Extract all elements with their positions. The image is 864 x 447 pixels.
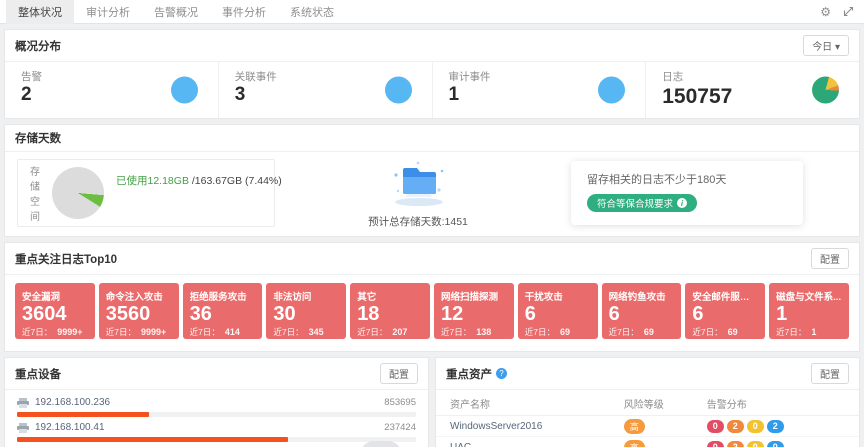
info-icon: i — [677, 198, 687, 208]
storage-space-label: 存储空间 — [30, 163, 40, 223]
log-card[interactable]: 磁盘与文件系... 1 近7日：1 — [769, 283, 849, 339]
log-card[interactable]: 干扰攻击 6 近7日：69 — [518, 283, 598, 339]
assets-title: 重点资产 — [446, 366, 492, 382]
risk-level-badge: 高 — [624, 440, 645, 447]
alert-distribution: 0202 — [707, 420, 845, 433]
overview-title: 概况分布 — [15, 38, 61, 54]
devices-title: 重点设备 — [15, 366, 61, 382]
log-card[interactable]: 命令注入攻击 3560 近7日：9999+ — [99, 283, 179, 339]
blue-circle-icon — [385, 77, 412, 104]
top-logs-title: 重点关注日志Top10 — [15, 251, 117, 267]
tab-audit-analysis[interactable]: 审计分析 — [74, 0, 142, 24]
tab-alert-overview[interactable]: 告警概况 — [142, 0, 210, 24]
device-row[interactable]: 192.168.100.41 237424 — [17, 420, 416, 442]
device-icon — [17, 423, 29, 433]
blue-circle-icon — [171, 77, 198, 104]
assets-table-header: 资产名称 风险等级 告警分布 — [436, 392, 859, 416]
risk-level-badge: 高 — [624, 419, 645, 434]
tab-overall-status[interactable]: 整体状况 — [6, 0, 74, 24]
log-card[interactable]: 网络扫描探测 12 近7日：138 — [434, 283, 514, 339]
blue-circle-icon — [598, 77, 625, 104]
overview-panel: 概况分布 今日 ▾ 告警 2 关联事件 3 审计事件 1 日志 150757 — [4, 29, 860, 119]
gear-icon[interactable]: ⚙ — [820, 6, 831, 18]
stat-card-alerts[interactable]: 告警 2 — [5, 62, 219, 118]
tab-system-status[interactable]: 系统状态 — [278, 0, 346, 24]
time-filter-dropdown[interactable]: 今日 ▾ — [803, 35, 849, 56]
asset-row[interactable]: WindowsServer2016 高 0202 — [436, 416, 859, 437]
top-logs-config-button[interactable]: 配置 — [811, 248, 849, 269]
estimated-storage-days: 预计总存储天数:1451 — [275, 214, 561, 229]
stat-card-correlated-events[interactable]: 关联事件 3 — [219, 62, 433, 118]
storage-usage-text: 已使用12.18GB /163.67GB (7.44%) — [116, 173, 282, 188]
folder-illustration-icon — [382, 157, 454, 207]
retention-text: 留存相关的日志不少于180天 — [587, 171, 787, 187]
compliance-badge-button[interactable]: 符合等保合规要求 i — [587, 194, 697, 212]
stat-card-audit-events[interactable]: 审计事件 1 — [433, 62, 647, 118]
devices-config-button[interactable]: 配置 — [380, 363, 418, 384]
alert-distribution: 0200 — [707, 441, 845, 447]
retention-card: 留存相关的日志不少于180天 符合等保合规要求 i — [571, 161, 803, 225]
log-card[interactable]: 网络钓鱼攻击 6 近7日：69 — [602, 283, 682, 339]
log-card[interactable]: 非法访问 30 近7日：345 — [266, 283, 346, 339]
storage-space-card: 存储空间 已使用12.18GB /163.67GB (7.44%) — [17, 159, 275, 227]
log-card[interactable]: 拒绝服务攻击 36 近7日：414 — [183, 283, 263, 339]
top-logs-panel: 重点关注日志Top10 配置 安全漏洞 3604 近7日：9999+ 命令注入攻… — [4, 242, 860, 352]
fullscreen-icon[interactable] — [843, 6, 854, 17]
device-icon — [17, 398, 29, 408]
tab-event-analysis[interactable]: 事件分析 — [210, 0, 278, 24]
stat-card-logs[interactable]: 日志 150757 — [646, 62, 859, 118]
devices-panel: 重点设备 配置 192.168.100.236 853695 192.168.1… — [4, 357, 429, 447]
device-bar — [17, 412, 416, 417]
log-card[interactable]: 安全漏洞 3604 近7日：9999+ — [15, 283, 95, 339]
chevron-down-icon: ▾ — [835, 42, 840, 53]
device-bar — [17, 437, 416, 442]
help-icon[interactable]: ? — [496, 368, 507, 379]
storage-usage-pie — [52, 167, 104, 219]
assets-config-button[interactable]: 配置 — [811, 363, 849, 384]
asset-row[interactable]: UAC 高 0200 — [436, 437, 859, 447]
storage-panel: 存储天数 存储空间 已使用12.18GB /163.67GB (7.44%) 预… — [4, 124, 860, 237]
pie-chart-icon — [812, 77, 839, 104]
log-card[interactable]: 其它 18 近7日：207 — [350, 283, 430, 339]
assets-panel: 重点资产 ? 配置 资产名称 风险等级 告警分布 WindowsServer20… — [435, 357, 860, 447]
storage-title: 存储天数 — [15, 130, 61, 146]
device-row[interactable]: 192.168.100.236 853695 — [17, 395, 416, 417]
tab-bar: 整体状况 审计分析 告警概况 事件分析 系统状态 ⚙ — [0, 0, 864, 24]
log-card[interactable]: 安全邮件服务攻击 6 近7日：69 — [685, 283, 765, 339]
